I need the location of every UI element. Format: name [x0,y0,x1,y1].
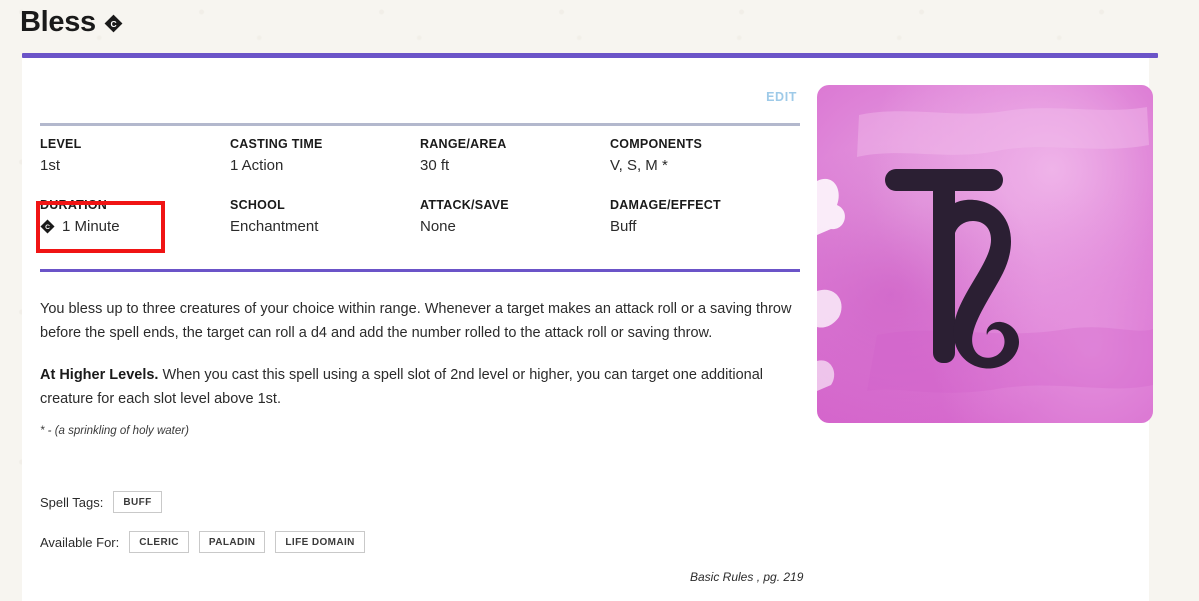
available-for-chip-paladin[interactable]: PALADIN [198,531,266,553]
stat-level: LEVEL 1st [40,128,230,189]
stat-row: LEVEL 1st CASTING TIME 1 Action RANGE/AR… [40,128,800,189]
stat-casting-time: CASTING TIME 1 Action [230,128,420,189]
stat-duration: DURATION C 1 Minute [40,189,230,250]
available-for-chip-cleric[interactable]: CLERIC [129,531,189,553]
stat-label: COMPONENTS [610,137,703,151]
spell-art-image [817,85,1153,423]
spell-tags-row: Spell Tags: BUFF [40,491,162,513]
stat-value: 1 Action [230,157,284,174]
stat-value: 30 ft [420,157,450,174]
stat-value: 1 Minute [62,218,120,235]
higher-levels-paragraph: At Higher Levels. When you cast this spe… [40,363,800,411]
spell-tag-chip[interactable]: BUFF [113,491,162,513]
stat-value: None [420,218,456,235]
higher-levels-label: At Higher Levels. [40,367,159,383]
stat-label: SCHOOL [230,198,285,212]
svg-text:C: C [45,224,50,231]
stat-school: SCHOOL Enchantment [230,189,420,250]
spell-name: Bless [20,6,96,38]
stat-block: LEVEL 1st CASTING TIME 1 Action RANGE/AR… [40,128,800,250]
spell-detail-card: EDIT LEVEL 1st CASTING TIME 1 Action RAN… [22,58,1153,601]
stat-label: CASTING TIME [230,137,323,151]
stat-block-bottom-rule [40,269,800,272]
stat-attack-save: ATTACK/SAVE None [420,189,610,250]
stat-label: ATTACK/SAVE [420,198,509,212]
concentration-diamond-icon: C [104,14,123,33]
spell-description: You bless up to three creatures of your … [40,297,800,429]
stat-range-area: RANGE/AREA 30 ft [420,128,610,189]
available-for-row: Available For: CLERIC PALADIN LIFE DOMAI… [40,531,365,553]
stat-damage-effect: DAMAGE/EFFECT Buff [610,189,800,250]
stat-label: DAMAGE/EFFECT [610,198,721,212]
stat-label: DURATION [40,198,108,212]
stat-value: Enchantment [230,218,319,235]
stat-components: COMPONENTS V, S, M * [610,128,800,189]
stat-value: 1st [40,157,61,174]
edit-button[interactable]: EDIT [766,90,797,104]
stat-label: RANGE/AREA [420,137,507,151]
concentration-diamond-icon: C [40,219,55,234]
stat-value: V, S, M * [610,157,668,174]
stat-row: DURATION C 1 Minute SCHOOL Enchantment A… [40,189,800,250]
page-title: Bless C [20,5,123,39]
stat-value-with-icon: C 1 Minute [40,218,230,235]
description-paragraph: You bless up to three creatures of your … [40,301,792,341]
svg-text:C: C [110,18,116,28]
stat-block-top-rule [40,123,800,126]
page-header: Bless C [0,0,1199,47]
spell-tags-label: Spell Tags: [40,494,104,510]
stat-label: LEVEL [40,137,82,151]
stat-value: Buff [610,218,637,235]
material-component-footnote: * - (a sprinkling of holy water) [40,425,189,437]
available-for-chip-life-domain[interactable]: LIFE DOMAIN [275,531,365,553]
available-for-label: Available For: [40,534,120,550]
source-reference: Basic Rules , pg. 219 [690,570,804,584]
